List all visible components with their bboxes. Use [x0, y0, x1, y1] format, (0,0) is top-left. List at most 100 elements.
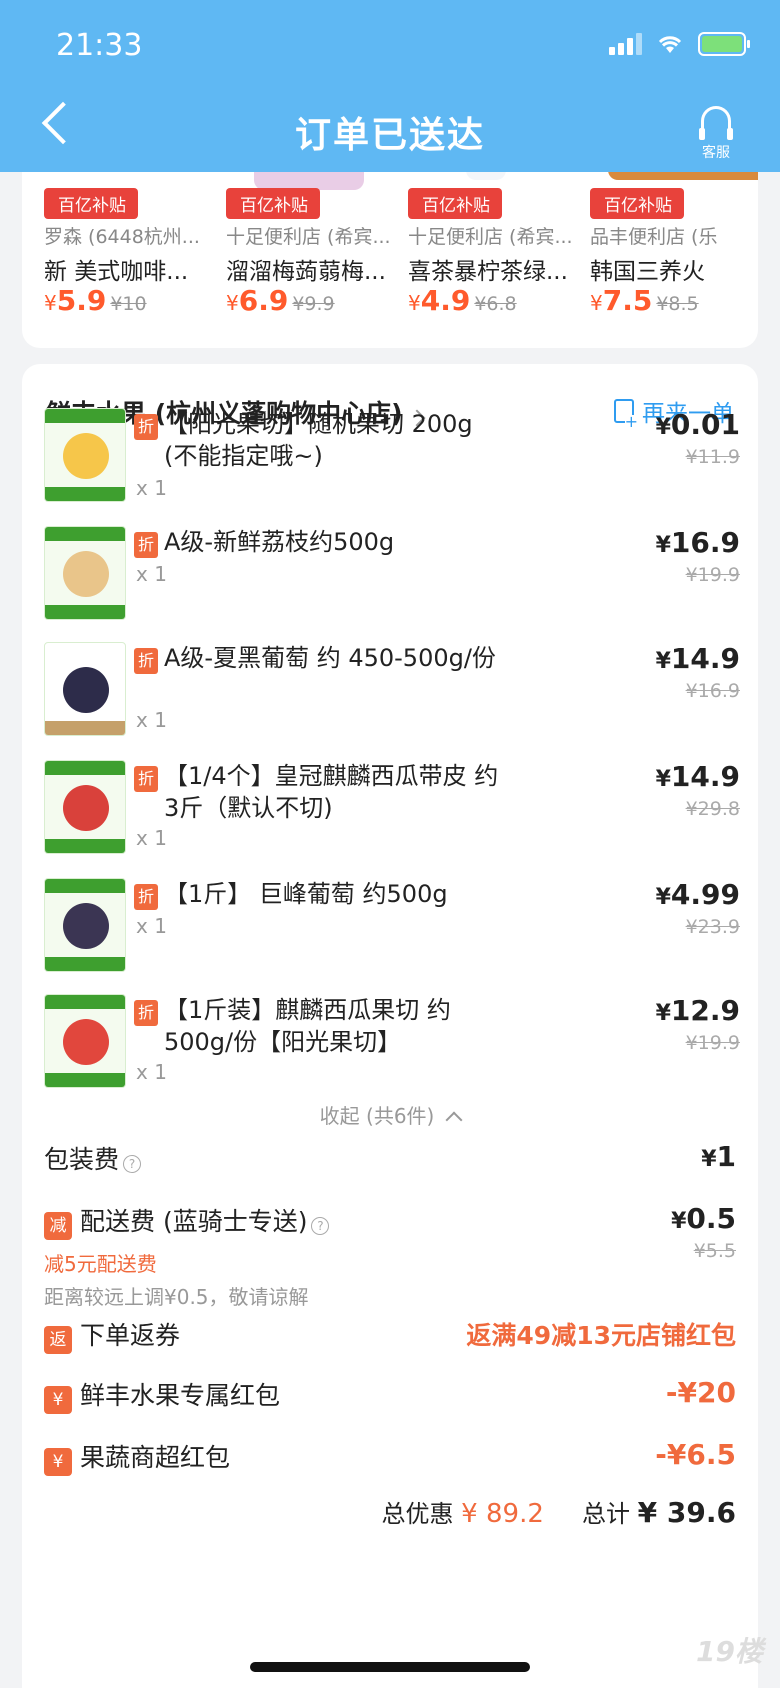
packing-fee-label: 包装费 — [44, 1145, 120, 1174]
return-tag: 返 — [44, 1325, 72, 1354]
redpack-value: -¥6.5 — [655, 1438, 736, 1471]
headset-icon — [699, 106, 733, 140]
recommend-shop: 罗森 (6448杭州... — [44, 226, 200, 248]
redpack-row: ¥ 鲜丰水果专属红包 -¥20 — [44, 1376, 736, 1414]
item-qty: x 1 — [136, 562, 167, 586]
order-item: 折 【1/4个】皇冠麒麟西瓜带皮 约3斤（默认不切) x 1 ¥14.9 ¥29… — [44, 760, 740, 860]
customer-service-label: 客服 — [702, 145, 730, 161]
page-title: 订单已送达 — [294, 115, 485, 156]
total-label: 总计 — [582, 1500, 631, 1528]
status-time: 21:33 — [56, 28, 143, 63]
recommend-price: ¥5.9 ¥10 — [44, 284, 147, 317]
item-price: ¥4.99 — [655, 878, 740, 911]
item-price: ¥14.9 — [655, 642, 740, 675]
redpack-label: 果蔬商超红包 — [80, 1443, 231, 1472]
subsidy-badge: 百亿补贴 — [226, 188, 320, 219]
item-price: ¥0.01 — [655, 408, 740, 441]
order-item: 折 A级-夏黑葡萄 约 450-500g/份 x 1 ¥14.9 ¥16.9 — [44, 642, 740, 742]
item-old-price: ¥19.9 — [685, 1032, 740, 1054]
subsidy-badge: 百亿补贴 — [408, 188, 502, 219]
item-price: ¥12.9 — [655, 994, 740, 1027]
item-old-price: ¥23.9 — [685, 916, 740, 938]
item-name: 【1斤装】麒麟西瓜果切 约 500g/份【阳光果切】 — [164, 996, 451, 1056]
discount-tag: 折 — [134, 766, 158, 792]
battery-icon — [698, 32, 750, 56]
redpack-label: 鲜丰水果专属红包 — [80, 1381, 281, 1410]
item-name: 【阳光果切】随机果切 200g (不能指定哦~) — [164, 410, 473, 470]
product-thumbnail — [44, 994, 126, 1088]
recommend-name: 喜茶暴柠茶绿... — [408, 259, 568, 285]
item-old-price: ¥11.9 — [685, 446, 740, 468]
item-old-price: ¥19.9 — [685, 564, 740, 586]
customer-service-button[interactable]: 客服 — [692, 106, 740, 162]
delivery-note: 距离较远上调¥0.5，敬请谅解 — [44, 1284, 309, 1309]
order-item: 折 【1斤装】麒麟西瓜果切 约 500g/份【阳光果切】 x 1 ¥12.9 ¥… — [44, 994, 740, 1094]
product-thumbnail — [44, 408, 126, 502]
order-item: 折 A级-新鲜荔枝约500g x 1 ¥16.9 ¥19.9 — [44, 526, 740, 626]
yen-tag: ¥ — [44, 1385, 72, 1414]
item-name: 【1/4个】皇冠麒麟西瓜带皮 约3斤（默认不切) — [164, 762, 499, 822]
redpack-value: -¥20 — [665, 1376, 736, 1409]
signal-icon — [609, 33, 642, 55]
delivery-fee-value: ¥0.5 — [671, 1202, 736, 1235]
wifi-icon — [658, 36, 682, 53]
recommend-name: 新 美式咖啡... — [44, 259, 189, 285]
recommend-price: ¥7.5 ¥8.5 — [590, 284, 699, 317]
recommend-price: ¥6.9 ¥9.9 — [226, 284, 335, 317]
coupon-return-row: 返下单返券 返满49减13元店铺红包 — [44, 1316, 736, 1354]
packing-fee-row: 包装费? ¥1 — [44, 1140, 736, 1176]
collapse-label: 收起 (共6件) — [319, 1104, 435, 1128]
item-price: ¥14.9 — [655, 760, 740, 793]
item-old-price: ¥29.8 — [685, 798, 740, 820]
item-qty: x 1 — [136, 708, 167, 732]
yen-tag: ¥ — [44, 1447, 72, 1476]
watermark-logo: 19楼 — [696, 1635, 763, 1668]
redpack-row: ¥ 果蔬商超红包 -¥6.5 — [44, 1438, 736, 1476]
item-qty: x 1 — [136, 1060, 167, 1084]
help-icon[interactable]: ? — [123, 1154, 142, 1173]
recommend-shop: 十足便利店 (希宾... — [408, 226, 573, 248]
subsidy-badge: 百亿补贴 — [590, 188, 684, 219]
discount-tag: 折 — [134, 884, 158, 910]
item-name: A级-夏黑葡萄 约 450-500g/份 — [164, 644, 496, 672]
collapse-toggle[interactable]: 收起 (共6件) — [22, 1100, 758, 1129]
help-icon[interactable]: ? — [311, 1216, 330, 1235]
recommend-shop: 十足便利店 (希宾... — [226, 226, 391, 248]
totals-row: 总优惠 ¥ 89.2 总计 ¥ 39.6 — [382, 1494, 736, 1529]
reduce-tag: 减 — [44, 1211, 72, 1240]
order-card: 鲜丰水果 (杭州义蓬购物中心店) 再来一单 折 【阳光果切】随机果切 200g … — [22, 364, 758, 1688]
top-bar: 21:33 订单已送达 客服 — [0, 0, 780, 172]
discount-tag: 折 — [134, 1000, 158, 1026]
item-qty: x 1 — [136, 914, 167, 938]
coupon-return-value: 返满49减13元店铺红包 — [466, 1321, 736, 1350]
item-price: ¥16.9 — [655, 526, 740, 559]
total-value: ¥ 39.6 — [637, 1496, 736, 1529]
packing-fee-value: ¥1 — [701, 1140, 736, 1173]
total-discount-value: ¥ 89.2 — [461, 1499, 544, 1529]
discount-tag: 折 — [134, 648, 158, 674]
item-old-price: ¥16.9 — [685, 680, 740, 702]
recommend-name: 韩国三养火 — [590, 259, 705, 285]
order-item: 折 【阳光果切】随机果切 200g (不能指定哦~) x 1 ¥0.01 ¥11… — [44, 408, 740, 504]
recommend-shop: 品丰便利店 (乐 — [590, 226, 718, 248]
product-thumbnail — [44, 760, 126, 854]
order-item: 折 【1斤】 巨峰葡萄 约500g x 1 ¥4.99 ¥23.9 — [44, 878, 740, 978]
product-thumbnail — [44, 526, 126, 620]
discount-tag: 折 — [134, 414, 158, 440]
recommend-price: ¥4.9 ¥6.8 — [408, 284, 517, 317]
item-name: A级-新鲜荔枝约500g — [164, 528, 395, 556]
item-qty: x 1 — [136, 826, 167, 850]
home-indicator[interactable] — [250, 1662, 530, 1672]
coupon-return-label: 下单返券 — [80, 1321, 181, 1350]
product-thumbnail — [44, 878, 126, 972]
item-name: 【1斤】 巨峰葡萄 约500g — [164, 880, 448, 908]
discount-tag: 折 — [134, 532, 158, 558]
delivery-fee-row: 减配送费 (蓝骑士专送)? ¥0.5 ¥5.5 减5元配送费 距离较远上调¥0.… — [44, 1202, 736, 1310]
recommend-name: 溜溜梅蒟蒻梅... — [226, 259, 386, 285]
delivery-fee-label: 配送费 (蓝骑士专送) — [80, 1207, 308, 1236]
delivery-discount: 减5元配送费 — [44, 1251, 157, 1276]
delivery-fee-old: ¥5.5 — [693, 1240, 736, 1262]
status-icons — [609, 32, 750, 56]
chevron-up-icon — [445, 1111, 463, 1128]
subsidy-badge: 百亿补贴 — [44, 188, 138, 219]
